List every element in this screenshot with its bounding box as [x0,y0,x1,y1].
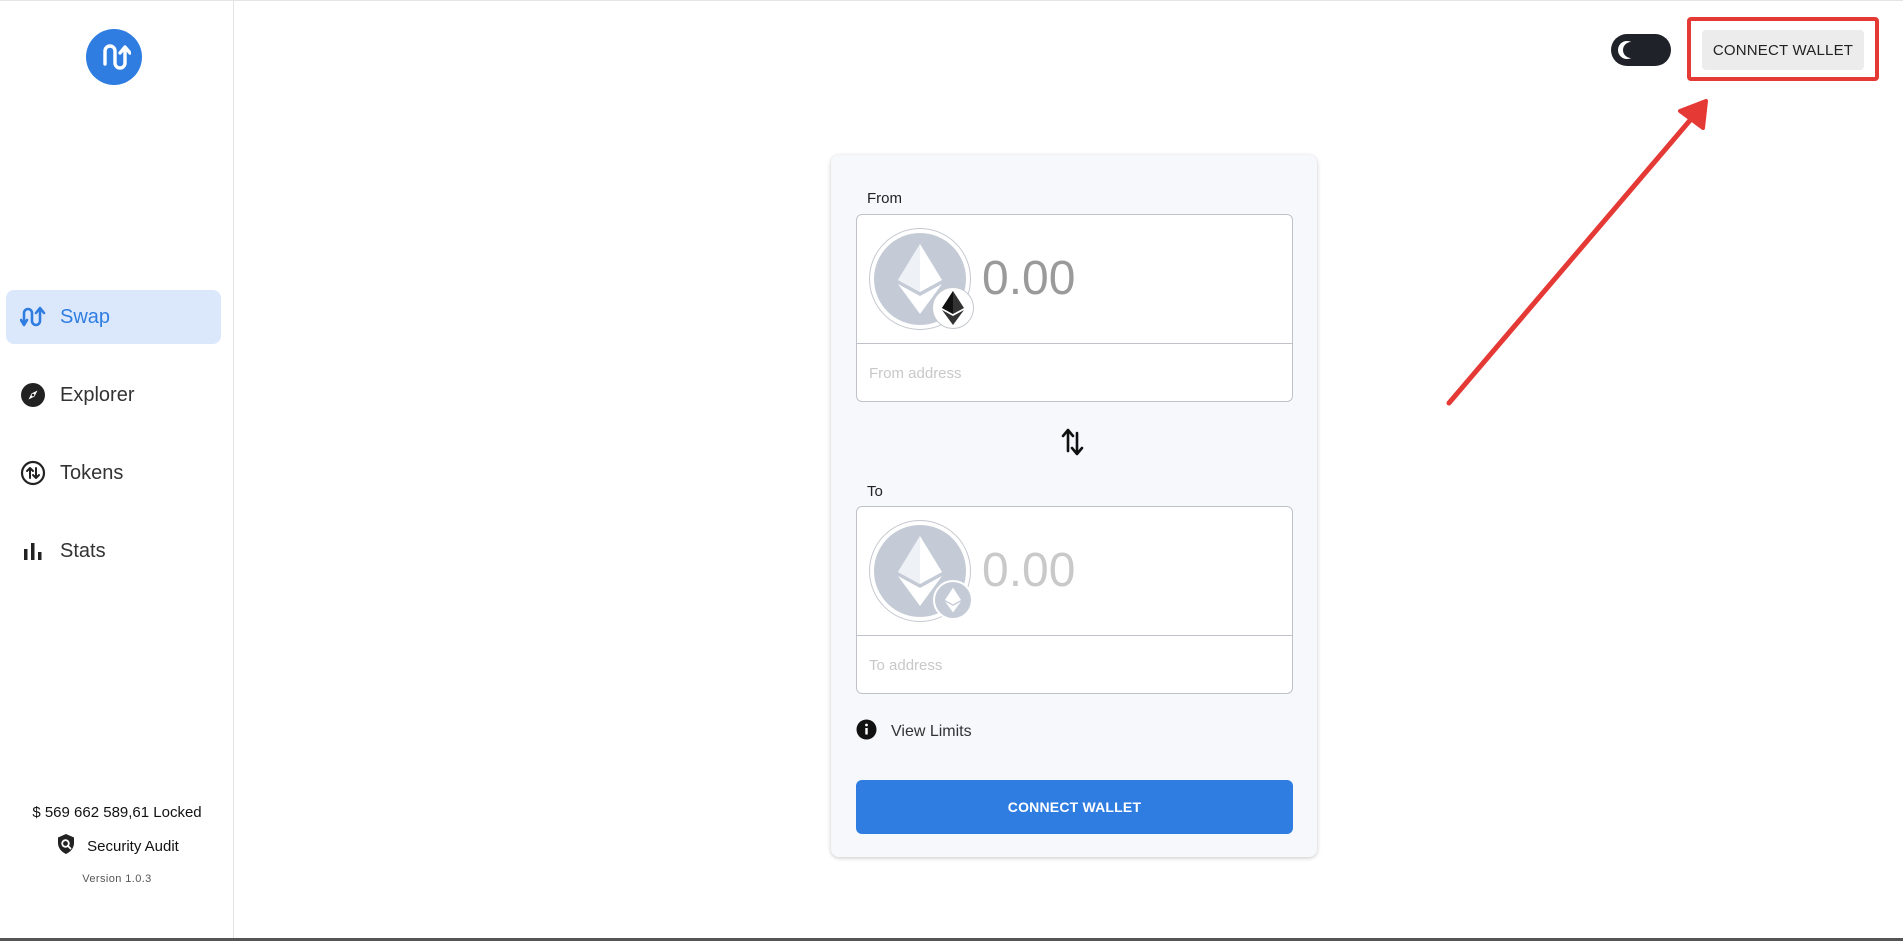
to-amount-row [857,507,1292,636]
token-exchange-icon [20,460,46,486]
tvl-locked-text: $ 569 662 589,61 Locked [32,804,202,821]
to-box [856,506,1293,694]
info-icon [856,719,877,745]
to-address-input[interactable] [869,647,1279,683]
header-connect-wallet-button[interactable]: CONNECT WALLET [1702,30,1864,70]
sidebar-item-stats[interactable]: Stats [6,524,221,578]
sidebar-item-label: Stats [60,539,106,562]
swap-direction-icon[interactable] [1058,427,1088,457]
shield-icon [55,833,77,859]
swap-icon [20,304,46,330]
security-audit-link[interactable]: Security Audit [0,833,234,859]
theme-toggle[interactable] [1611,34,1671,66]
sidebar-footer: $ 569 662 589,61 Locked Security Audit V… [0,804,234,885]
connect-wallet-button[interactable]: CONNECT WALLET [856,780,1293,834]
app-root: Swap Explorer Tokens Stats $ 569 662 589… [0,0,1903,941]
sidebar-item-label: Swap [60,305,111,328]
from-amount-row [857,215,1292,344]
app-logo[interactable] [86,29,142,85]
ethereum-network-icon [933,580,973,620]
moon-icon [1617,40,1639,65]
from-amount-input[interactable] [982,251,1272,306]
sidebar-item-tokens[interactable]: Tokens [6,446,221,500]
from-label: From [867,190,902,207]
compass-icon [20,382,46,408]
sidebar-item-label: Explorer [60,383,135,406]
sidebar-item-swap[interactable]: Swap [6,290,221,344]
view-limits-label: View Limits [891,723,972,740]
top-divider [0,0,1903,1]
swap-card: From 0.00 From address To 0.00 To addres… [831,155,1317,857]
from-token-selector[interactable] [869,228,974,330]
to-label: To [867,483,883,500]
logo-swap-icon [103,44,131,70]
sidebar-item-explorer[interactable]: Explorer [6,368,221,422]
to-token-selector[interactable] [869,520,973,622]
to-amount-input[interactable] [982,543,1272,598]
version-text: Version 1.0.3 [82,873,152,885]
sidebar: Swap Explorer Tokens Stats $ 569 662 589… [0,1,234,938]
ethereum-network-icon [932,287,974,329]
bar-chart-icon [20,538,46,564]
security-audit-label: Security Audit [87,837,179,855]
view-limits-link[interactable]: View Limits [856,719,972,745]
from-address-input[interactable] [869,355,1279,391]
sidebar-item-label: Tokens [60,461,124,484]
from-box [856,214,1293,402]
